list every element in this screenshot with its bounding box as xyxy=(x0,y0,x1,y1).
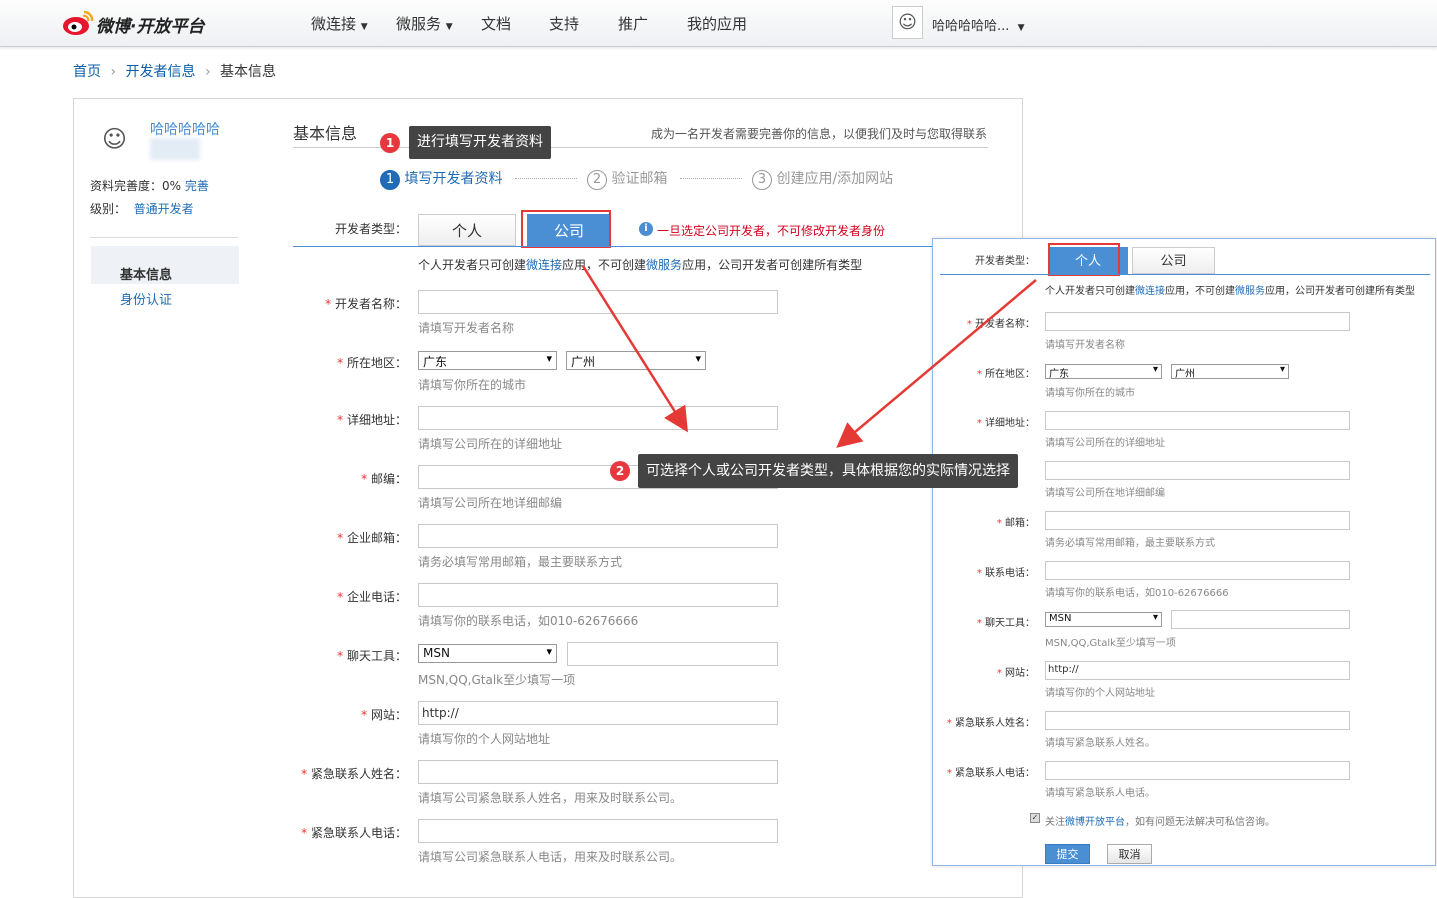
annotation-tooltip-1: 进行填写开发者资料 xyxy=(409,126,551,159)
annotation-tooltip-2: 可选择个人或公司开发者类型，具体根据您的实际情况选择 xyxy=(638,454,1018,488)
annotation-arrows xyxy=(581,265,1037,448)
annotation-badge-1: 1 xyxy=(380,133,400,153)
annotation-badge-2: 2 xyxy=(610,461,630,481)
